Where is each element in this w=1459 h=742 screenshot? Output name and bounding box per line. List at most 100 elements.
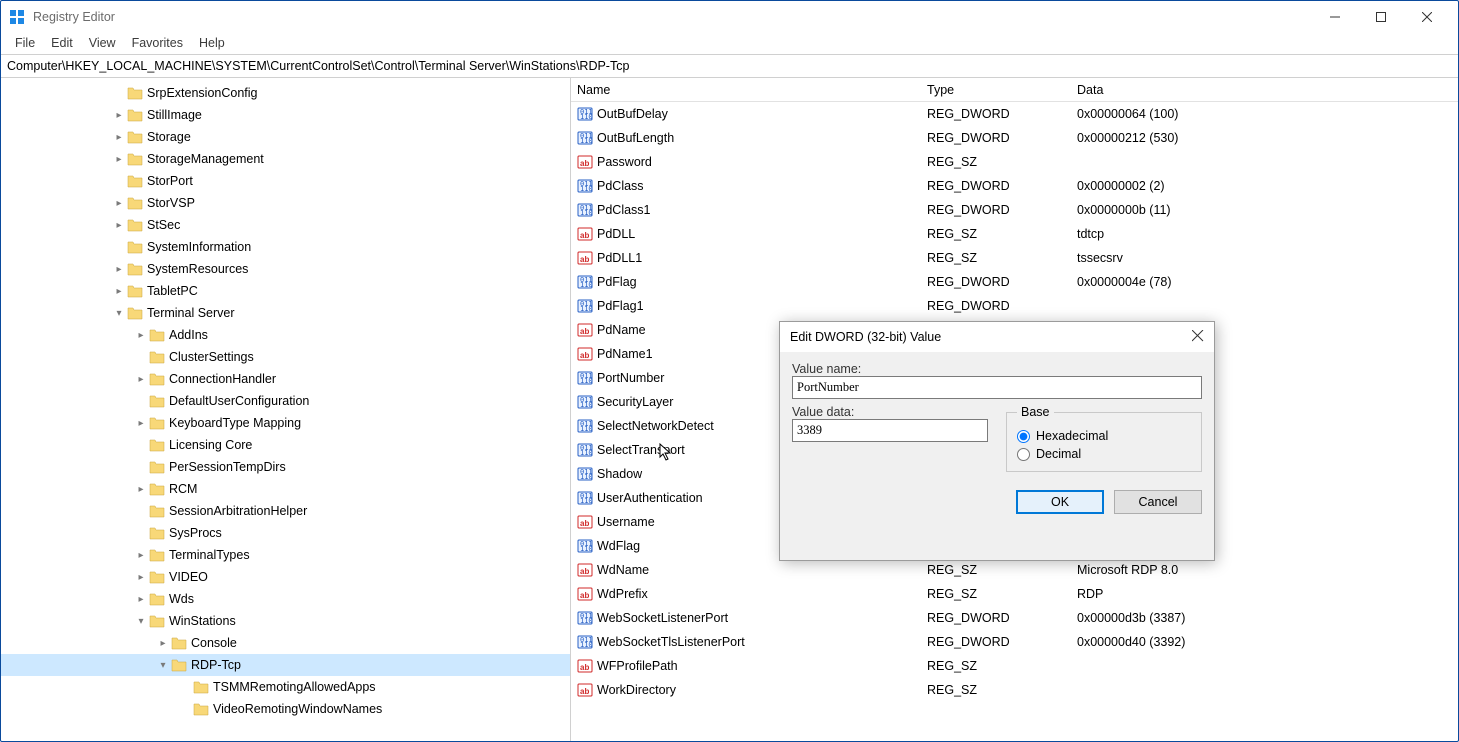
tree-node-tsmmremotingallowedapps[interactable]: ▸TSMMRemotingAllowedApps <box>1 676 570 698</box>
svg-text:ab: ab <box>580 159 589 168</box>
tree-label: SessionArbitrationHelper <box>169 504 307 518</box>
value-row[interactable]: abWdPrefixREG_SZRDP <box>571 582 1458 606</box>
menu-view[interactable]: View <box>81 34 124 52</box>
chevron-right-icon[interactable]: ▸ <box>133 418 149 429</box>
chevron-right-icon[interactable]: ▸ <box>133 594 149 605</box>
tree-node-video[interactable]: ▸VIDEO <box>1 566 570 588</box>
tree-label: AddIns <box>169 328 208 342</box>
radio-hex[interactable]: Hexadecimal <box>1017 429 1191 443</box>
value-row[interactable]: 011110WebSocketTlsListenerPortREG_DWORD0… <box>571 630 1458 654</box>
value-row[interactable]: abPasswordREG_SZ <box>571 150 1458 174</box>
value-type: REG_DWORD <box>921 275 1071 289</box>
menu-file[interactable]: File <box>7 34 43 52</box>
tree-node-console[interactable]: ▸Console <box>1 632 570 654</box>
tree-node-storvsp[interactable]: ▸StorVSP <box>1 192 570 214</box>
radio-dec-input[interactable] <box>1017 448 1030 461</box>
tree-node-videoremotingwindownames[interactable]: ▸VideoRemotingWindowNames <box>1 698 570 720</box>
column-data[interactable]: Data <box>1071 83 1458 97</box>
chevron-right-icon[interactable]: ▸ <box>111 132 127 143</box>
tree-node-storage[interactable]: ▸Storage <box>1 126 570 148</box>
value-row[interactable]: 011110OutBufLengthREG_DWORD0x00000212 (5… <box>571 126 1458 150</box>
chevron-right-icon[interactable]: ▸ <box>111 286 127 297</box>
tree-node-systeminformation[interactable]: ▸SystemInformation <box>1 236 570 258</box>
chevron-down-icon[interactable]: ▾ <box>155 660 171 671</box>
tree-node-sysprocs[interactable]: ▸SysProcs <box>1 522 570 544</box>
tree-node-stsec[interactable]: ▸StSec <box>1 214 570 236</box>
tree-node-connectionhandler[interactable]: ▸ConnectionHandler <box>1 368 570 390</box>
value-row[interactable]: 011110PdClass1REG_DWORD0x0000000b (11) <box>571 198 1458 222</box>
reg-sz-icon: ab <box>577 250 593 266</box>
tree-node-addins[interactable]: ▸ AddIns <box>1 324 570 346</box>
value-row[interactable]: abPdDLL1REG_SZtssecsrv <box>571 246 1458 270</box>
menubar: FileEditViewFavoritesHelp <box>1 32 1458 54</box>
tree-node-rdp-tcp[interactable]: ▾RDP-Tcp <box>1 654 570 676</box>
chevron-right-icon[interactable]: ▸ <box>133 572 149 583</box>
chevron-right-icon[interactable]: ▸ <box>155 638 171 649</box>
value-row[interactable]: abPdDLLREG_SZtdtcp <box>571 222 1458 246</box>
chevron-right-icon[interactable]: ▸ <box>111 154 127 165</box>
dialog-titlebar[interactable]: Edit DWORD (32-bit) Value <box>780 322 1214 352</box>
tree-node-persessiontempdirs[interactable]: ▸PerSessionTempDirs <box>1 456 570 478</box>
value-row[interactable]: 011110PdFlag1REG_DWORD <box>571 294 1458 318</box>
reg-sz-icon: ab <box>577 586 593 602</box>
menu-help[interactable]: Help <box>191 34 233 52</box>
reg-dword-icon: 011110 <box>577 106 593 122</box>
value-row[interactable]: 011110PdClassREG_DWORD0x00000002 (2) <box>571 174 1458 198</box>
value-row[interactable]: 011110WebSocketListenerPortREG_DWORD0x00… <box>571 606 1458 630</box>
tree-node-terminaltypes[interactable]: ▸TerminalTypes <box>1 544 570 566</box>
close-button[interactable] <box>1404 1 1450 32</box>
chevron-right-icon[interactable]: ▸ <box>111 264 127 275</box>
radio-dec[interactable]: Decimal <box>1017 447 1191 461</box>
value-data-field[interactable] <box>792 419 988 442</box>
ok-button[interactable]: OK <box>1016 490 1104 514</box>
value-row[interactable]: 011110OutBufDelayREG_DWORD0x00000064 (10… <box>571 102 1458 126</box>
tree-node-clustersettings[interactable]: ▸ClusterSettings <box>1 346 570 368</box>
dialog-close-button[interactable] <box>1192 329 1204 346</box>
tree-node-sessionarbitrationhelper[interactable]: ▸SessionArbitrationHelper <box>1 500 570 522</box>
column-type[interactable]: Type <box>921 83 1071 97</box>
value-row[interactable]: abWFProfilePathREG_SZ <box>571 654 1458 678</box>
reg-dword-icon: 011110 <box>577 394 593 410</box>
maximize-button[interactable] <box>1358 1 1404 32</box>
tree-node-defaultuserconfiguration[interactable]: ▸DefaultUserConfiguration <box>1 390 570 412</box>
chevron-down-icon[interactable]: ▾ <box>133 616 149 627</box>
close-icon <box>1192 330 1204 342</box>
tree-node-stillimage[interactable]: ▸StillImage <box>1 104 570 126</box>
radio-hex-input[interactable] <box>1017 430 1030 443</box>
tree-node-storport[interactable]: ▸StorPort <box>1 170 570 192</box>
tree-node-terminal-server[interactable]: ▾Terminal Server <box>1 302 570 324</box>
chevron-right-icon[interactable]: ▸ <box>133 550 149 561</box>
chevron-right-icon[interactable]: ▸ <box>111 198 127 209</box>
tree-node-systemresources[interactable]: ▸SystemResources <box>1 258 570 280</box>
cancel-button[interactable]: Cancel <box>1114 490 1202 514</box>
tree-node-srpextensionconfig[interactable]: ▸SrpExtensionConfig <box>1 82 570 104</box>
tree-node-wds[interactable]: ▸Wds <box>1 588 570 610</box>
value-row[interactable]: 011110PdFlagREG_DWORD0x0000004e (78) <box>571 270 1458 294</box>
minimize-button[interactable] <box>1312 1 1358 32</box>
tree-node-rcm[interactable]: ▸RCM <box>1 478 570 500</box>
chevron-down-icon[interactable]: ▾ <box>111 308 127 319</box>
chevron-right-icon[interactable]: ▸ <box>111 110 127 121</box>
value-row[interactable]: abWdNameREG_SZMicrosoft RDP 8.0 <box>571 558 1458 582</box>
chevron-right-icon[interactable]: ▸ <box>133 374 149 385</box>
tree-node-keyboardtype-mapping[interactable]: ▸KeyboardType Mapping <box>1 412 570 434</box>
address-bar[interactable]: Computer\HKEY_LOCAL_MACHINE\SYSTEM\Curre… <box>1 54 1458 78</box>
chevron-right-icon[interactable]: ▸ <box>133 484 149 495</box>
menu-edit[interactable]: Edit <box>43 34 81 52</box>
reg-sz-icon: ab <box>577 322 593 338</box>
value-type: REG_SZ <box>921 563 1071 577</box>
tree-node-licensing-core[interactable]: ▸Licensing Core <box>1 434 570 456</box>
chevron-right-icon[interactable]: ▸ <box>111 220 127 231</box>
tree-node-winstations[interactable]: ▾WinStations <box>1 610 570 632</box>
value-row[interactable]: abWorkDirectoryREG_SZ <box>571 678 1458 702</box>
column-name[interactable]: Name <box>571 83 921 97</box>
value-type: REG_DWORD <box>921 635 1071 649</box>
tree-node-tabletpc[interactable]: ▸TabletPC <box>1 280 570 302</box>
values-header[interactable]: Name Type Data <box>571 78 1458 102</box>
menu-favorites[interactable]: Favorites <box>124 34 191 52</box>
key-tree-pane[interactable]: ▸SrpExtensionConfig▸StillImage▸Storage▸S… <box>1 78 571 741</box>
value-type: REG_SZ <box>921 587 1071 601</box>
tree-node-storagemanagement[interactable]: ▸StorageManagement <box>1 148 570 170</box>
chevron-right-icon[interactable]: ▸ <box>133 330 149 341</box>
folder-icon <box>149 438 165 452</box>
